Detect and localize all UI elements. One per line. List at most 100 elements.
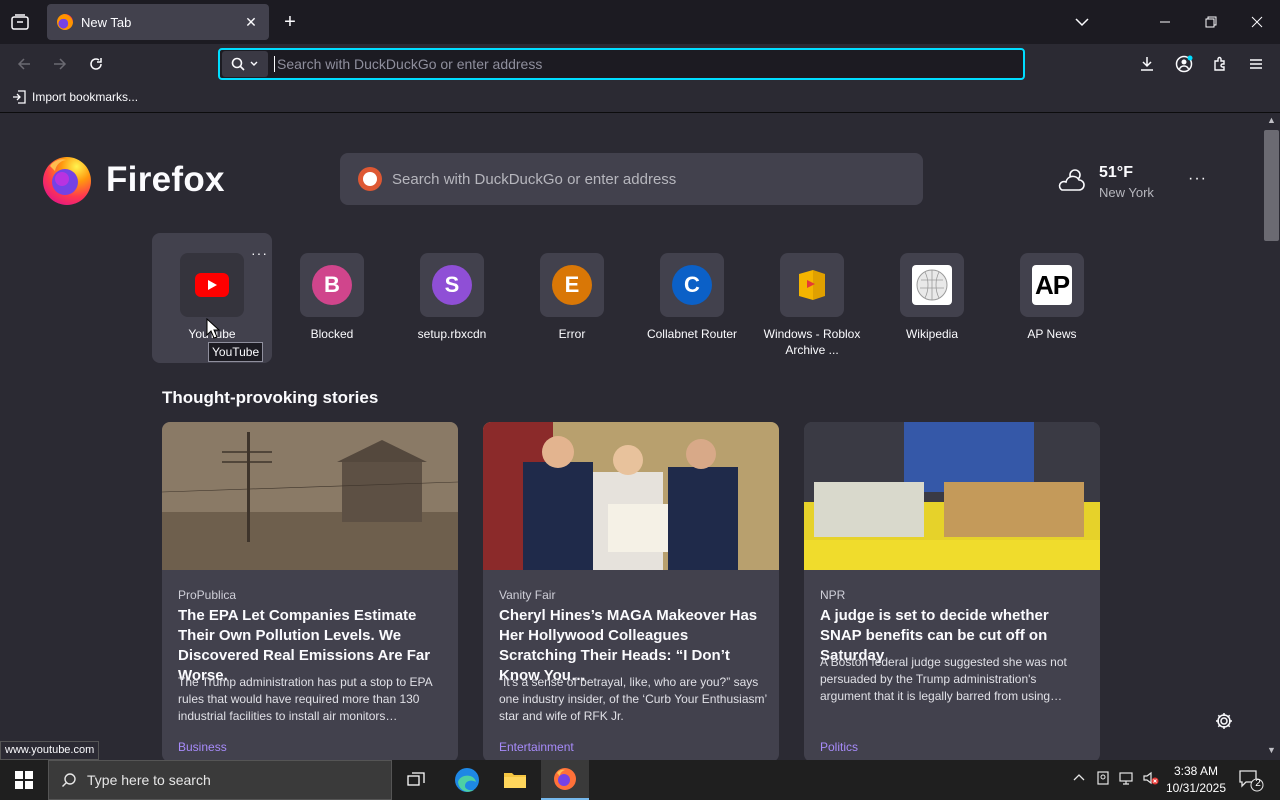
taskbar-clock-time[interactable]: 3:38 AM: [1166, 764, 1226, 778]
shortcut-icon-box: [180, 253, 244, 317]
chevron-down-icon: [1075, 18, 1089, 27]
account-button[interactable]: [1172, 52, 1196, 76]
import-bookmarks-label: Import bookmarks...: [32, 90, 139, 104]
shortcut-more-icon[interactable]: ···: [251, 245, 268, 261]
shortcut-icon-box: E: [540, 253, 604, 317]
window-close-button[interactable]: [1242, 10, 1272, 34]
new-tab-button[interactable]: +: [280, 11, 300, 33]
story-image: [162, 422, 458, 570]
edge-icon: [455, 768, 479, 792]
reload-button[interactable]: [84, 52, 108, 76]
weather-menu-button[interactable]: ···: [1188, 170, 1207, 188]
shortcut-collabnet-router[interactable]: C Collabnet Router: [632, 233, 752, 363]
shortcut-blocked[interactable]: B Blocked: [272, 233, 392, 363]
tab-new-tab[interactable]: New Tab ✕: [47, 4, 269, 40]
scroll-up-arrow-icon[interactable]: ▲: [1264, 115, 1279, 129]
story-category: Business: [178, 740, 227, 754]
story-card[interactable]: ProPublica The EPA Let Companies Estimat…: [162, 422, 458, 762]
shortcut-icon-box: [900, 253, 964, 317]
youtube-icon: [195, 273, 229, 297]
forward-button[interactable]: [48, 52, 72, 76]
duckduckgo-icon: [358, 167, 382, 191]
taskbar-search-placeholder: Type here to search: [87, 772, 211, 788]
letter-e-icon: E: [552, 265, 592, 305]
bookmarks-toolbar: Import bookmarks...: [0, 84, 1280, 113]
shortcut-wikipedia[interactable]: Wikipedia: [872, 233, 992, 363]
shortcut-label: AP News: [1027, 327, 1077, 341]
tab-title: New Tab: [81, 14, 132, 30]
shortcut-icon-box: AP: [1020, 253, 1084, 317]
firefox-logo: [43, 157, 91, 205]
app-menu-button[interactable]: [1244, 52, 1268, 76]
story-source: Vanity Fair: [499, 588, 556, 602]
tab-strip: New Tab ✕ +: [0, 0, 1280, 44]
stories-heading: Thought-provoking stories: [162, 388, 379, 407]
restore-icon: [1205, 16, 1217, 28]
text-caret: [274, 56, 275, 72]
chevron-down-icon: [250, 61, 258, 66]
taskbar-clock-date[interactable]: 10/31/2025: [1162, 781, 1230, 795]
notification-center-button[interactable]: 2: [1238, 768, 1264, 792]
story-source: ProPublica: [178, 588, 237, 602]
volume-button[interactable]: [1142, 770, 1160, 790]
firefox-view-button[interactable]: [8, 11, 32, 33]
account-icon: [1175, 55, 1193, 73]
scroll-down-arrow-icon[interactable]: ▼: [1264, 745, 1279, 759]
taskbar-file-explorer[interactable]: [491, 760, 539, 800]
task-view-button[interactable]: [392, 760, 440, 800]
minimize-icon: [1160, 21, 1170, 23]
shortcut-icon-box: C: [660, 253, 724, 317]
scrollbar-thumb[interactable]: [1264, 130, 1279, 241]
address-input[interactable]: [277, 56, 1023, 72]
taskbar-firefox[interactable]: [541, 760, 589, 800]
shortcut-icon-box: [780, 253, 844, 317]
notification-count: 2: [1255, 778, 1261, 789]
show-hidden-icons-button[interactable]: [1070, 770, 1088, 790]
letter-s-icon: S: [432, 265, 472, 305]
firefox-view-icon: [11, 14, 29, 30]
shortcut-icon-box: B: [300, 253, 364, 317]
story-image: [804, 422, 1100, 570]
firefox-favicon-icon: [57, 14, 73, 30]
story-card[interactable]: NPR A judge is set to decide whether SNA…: [804, 422, 1100, 762]
newtab-search-box[interactable]: Search with DuckDuckGo or enter address: [340, 153, 923, 205]
story-excerpt: “It’s a sense of betrayal, like, who are…: [499, 675, 767, 723]
downloads-button[interactable]: [1135, 52, 1159, 76]
shortcut-error[interactable]: E Error: [512, 233, 632, 363]
back-button[interactable]: [12, 52, 36, 76]
tray-app-icon[interactable]: [1094, 770, 1112, 790]
story-card[interactable]: Vanity Fair Cheryl Hines’s MAGA Makeover…: [483, 422, 779, 762]
story-source: NPR: [820, 588, 846, 602]
search-engine-selector[interactable]: [222, 51, 268, 77]
taskbar-search-box[interactable]: Type here to search: [48, 760, 392, 800]
weather-temperature[interactable]: 51°F: [1099, 164, 1133, 182]
network-button[interactable]: [1118, 770, 1136, 790]
arrow-right-icon: [54, 58, 67, 70]
extensions-button[interactable]: [1208, 52, 1232, 76]
address-bar[interactable]: [218, 48, 1025, 80]
shortcut-ap-news[interactable]: AP AP News: [992, 233, 1112, 363]
window-minimize-button[interactable]: [1150, 10, 1180, 34]
tab-close-icon[interactable]: ✕: [243, 14, 259, 31]
taskbar-edge[interactable]: [443, 760, 491, 800]
windows-taskbar: Type here to search: [0, 760, 1280, 800]
window-restore-button[interactable]: [1196, 10, 1226, 34]
shortcut-label: Error: [558, 327, 586, 341]
start-button[interactable]: [0, 760, 48, 800]
list-all-tabs-button[interactable]: [1071, 12, 1093, 32]
shortcut-label: Wikipedia: [905, 327, 959, 341]
ap-news-icon: AP: [1032, 265, 1072, 305]
shortcut-windows-roblox-archive[interactable]: Windows - Roblox Archive ...: [752, 233, 872, 363]
status-bar-url: www.youtube.com: [0, 741, 100, 760]
story-image: [483, 422, 779, 570]
weather-location[interactable]: New York: [1099, 185, 1154, 200]
story-excerpt: The Trump administration has put a stop …: [178, 675, 432, 723]
windows-logo-icon: [15, 771, 33, 789]
import-bookmarks-button[interactable]: Import bookmarks...: [12, 90, 138, 104]
folder-icon: [504, 773, 526, 788]
firefox-icon: [554, 768, 576, 790]
shortcut-setup-rbxcdn[interactable]: S setup.rbxcdn: [392, 233, 512, 363]
gear-icon[interactable]: [1214, 711, 1234, 731]
reload-icon: [90, 58, 102, 70]
hamburger-menu-icon: [1250, 59, 1262, 69]
